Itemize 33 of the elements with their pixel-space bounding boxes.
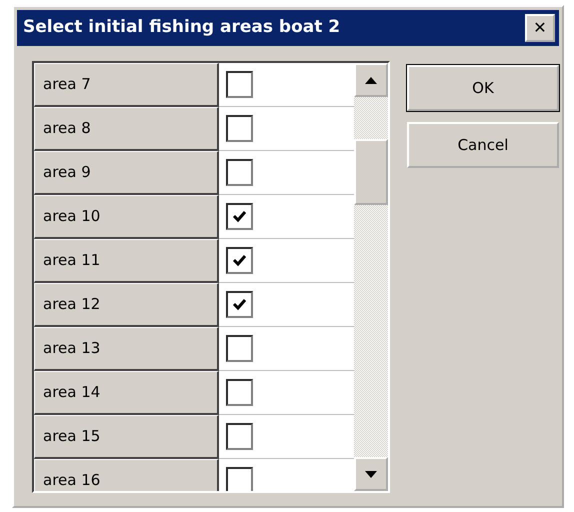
row-header: area 11 — [34, 239, 219, 283]
row-header: area 14 — [34, 371, 219, 415]
checkmark-icon — [232, 254, 247, 267]
checkmark-icon — [232, 210, 247, 223]
row-header: area 13 — [34, 327, 219, 371]
row-header: area 10 — [34, 195, 219, 239]
cancel-button[interactable]: Cancel — [407, 122, 559, 168]
checkbox[interactable] — [226, 247, 253, 274]
row-header: area 12 — [34, 283, 219, 327]
checkbox[interactable] — [226, 423, 253, 450]
checkbox[interactable] — [226, 203, 253, 230]
checkbox[interactable] — [226, 467, 253, 491]
row-header: area 16 — [34, 459, 219, 491]
checkmark-icon — [232, 298, 247, 311]
window-title: Select initial fishing areas boat 2 — [23, 16, 340, 40]
down-arrow-icon — [365, 470, 377, 478]
checkbox[interactable] — [226, 159, 253, 186]
scroll-thumb[interactable] — [354, 139, 388, 205]
scroll-up-button[interactable] — [354, 63, 388, 97]
checkbox[interactable] — [226, 379, 253, 406]
row-header: area 8 — [34, 107, 219, 151]
checkbox[interactable] — [226, 291, 253, 318]
scrollbar[interactable] — [354, 63, 388, 491]
scroll-down-button[interactable] — [354, 457, 388, 491]
row-header: area 15 — [34, 415, 219, 459]
row-header: area 7 — [34, 63, 219, 107]
up-arrow-icon — [365, 76, 377, 84]
row-header: area 9 — [34, 151, 219, 195]
close-button[interactable]: ✕ — [525, 14, 555, 42]
checkbox[interactable] — [226, 115, 253, 142]
ok-button[interactable]: OK — [407, 65, 559, 111]
checkbox[interactable] — [226, 71, 253, 98]
checkbox[interactable] — [226, 335, 253, 362]
